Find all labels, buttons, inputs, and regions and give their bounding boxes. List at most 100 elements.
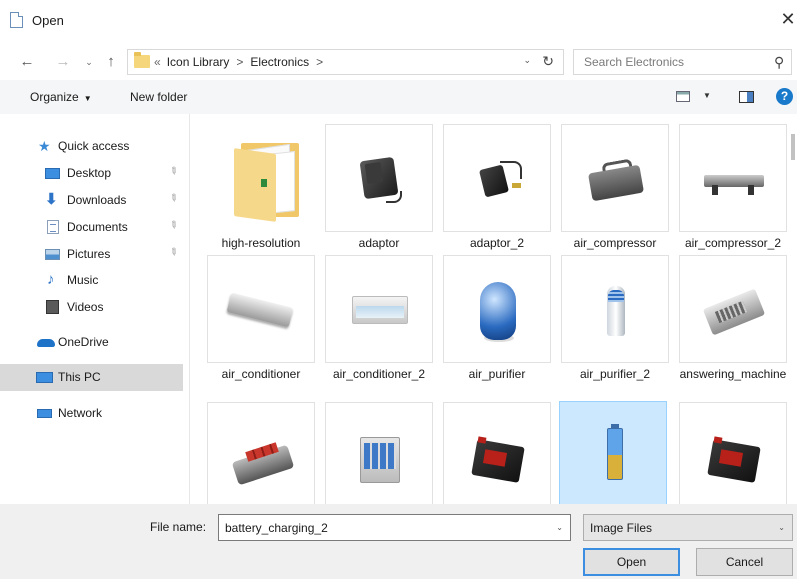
battery-charging-2-thumbnail xyxy=(559,401,667,504)
search-placeholder: Search Electronics xyxy=(584,55,685,69)
sidebar-item-desktop[interactable]: Desktop ✎ xyxy=(0,160,183,187)
forward-button[interactable]: → xyxy=(54,52,72,72)
sidebar-item-music[interactable]: ♪ Music xyxy=(0,267,183,294)
recent-locations-button[interactable]: ⌄ xyxy=(83,52,95,72)
purifier-body xyxy=(480,282,516,340)
up-button[interactable]: ↑ xyxy=(102,52,120,72)
change-view-icon[interactable] xyxy=(676,91,690,102)
file-name: air_conditioner xyxy=(221,367,301,381)
charger-cells xyxy=(364,443,396,469)
organize-button[interactable]: Organize ▼ xyxy=(30,90,92,104)
battery-terminal xyxy=(477,436,487,444)
sidebar-item-pictures[interactable]: Pictures ✎ xyxy=(0,241,183,268)
open-button[interactable]: Open xyxy=(583,548,680,576)
compressor-body xyxy=(587,164,645,202)
sidebar-item-label: Documents xyxy=(67,220,128,234)
address-row: ← → ⌄ ↑ « Icon Library > Electronics > ⌄ ↻ S… xyxy=(0,44,797,80)
back-button[interactable]: ← xyxy=(16,52,38,72)
sidebar-item-this-pc[interactable]: This PC xyxy=(0,364,183,391)
air-conditioner-thumbnail xyxy=(207,255,315,363)
file-name-value: battery_charging_2 xyxy=(225,521,328,535)
sidebar-item-label: Videos xyxy=(67,300,104,314)
file-name: air_purifier_2 xyxy=(579,367,651,381)
file-name-label: File name: xyxy=(150,520,207,534)
sidebar-item-label: Quick access xyxy=(58,139,130,153)
sidebar-item-downloads[interactable]: ⬇ Downloads ✎ xyxy=(0,187,183,214)
car-battery-thumbnail xyxy=(443,402,551,504)
sidebar-item-label: Downloads xyxy=(67,193,127,207)
cloud-icon xyxy=(37,339,55,347)
air-purifier-2-thumbnail xyxy=(561,255,669,363)
file-type-value: Image Files xyxy=(590,521,653,535)
pin-icon: ✎ xyxy=(166,164,180,179)
pin-icon: ✎ xyxy=(166,191,180,206)
file-name: air_compressor_2 xyxy=(684,236,782,250)
sidebar-item-quick-access[interactable]: ★ Quick access xyxy=(0,133,183,160)
file-type-select[interactable]: Image Files ⌄ xyxy=(583,514,793,541)
organize-label: Organize xyxy=(30,90,79,104)
folder-thumbnail xyxy=(207,124,315,232)
breadcrumb-icon-library[interactable]: Icon Library xyxy=(167,55,230,69)
videos-icon xyxy=(46,300,59,314)
breadcrumb-separator[interactable]: > xyxy=(316,55,323,69)
folder-front xyxy=(234,148,276,222)
answering-machine-thumbnail xyxy=(679,255,787,363)
sidebar-item-network[interactable]: Network xyxy=(0,400,183,427)
adaptor-thumbnail xyxy=(325,124,433,232)
adaptor-2-thumbnail xyxy=(443,124,551,232)
pin-icon: ✎ xyxy=(166,245,180,260)
sidebar-item-videos[interactable]: Videos xyxy=(0,294,183,321)
folder-mark xyxy=(261,179,267,187)
file-name: high-resolution xyxy=(221,236,301,250)
file-name-input[interactable]: battery_charging_2 ⌄ xyxy=(218,514,571,541)
file-name: air_conditioner_2 xyxy=(332,367,426,381)
breadcrumb-overflow[interactable]: « xyxy=(154,55,161,69)
navigation-pane: ★ Quick access Desktop ✎ ⬇ Downloads ✎ D… xyxy=(0,114,190,504)
address-dropdown-icon[interactable]: ⌄ xyxy=(523,55,531,66)
sidebar-item-label: Network xyxy=(58,406,103,420)
new-folder-button[interactable]: New folder xyxy=(130,90,187,104)
air-conditioner-vent xyxy=(356,306,404,318)
battery-icon xyxy=(607,428,623,480)
preview-pane-icon[interactable] xyxy=(739,91,754,103)
air-conditioner-unit xyxy=(226,292,294,328)
search-icon[interactable]: ⚲ xyxy=(774,54,784,71)
air-compressor-2-thumbnail xyxy=(679,124,787,232)
pin-icon: ✎ xyxy=(166,218,180,233)
file-name: adaptor xyxy=(358,236,400,250)
file-list: high-resolution adaptor adaptor_2 air_co… xyxy=(190,114,797,504)
window-title: Open xyxy=(32,13,64,28)
command-toolbar: Organize ▼ New folder ▼ ? xyxy=(0,80,797,114)
title-bar: Open ✕ xyxy=(0,0,797,44)
breadcrumb-electronics[interactable]: Electronics xyxy=(250,55,309,69)
network-icon xyxy=(37,409,52,418)
folder-icon xyxy=(134,52,150,68)
close-button[interactable]: ✕ xyxy=(779,6,797,32)
battery-terminal xyxy=(713,436,723,444)
breadcrumb-separator[interactable]: > xyxy=(236,55,243,69)
vertical-scrollbar[interactable] xyxy=(791,134,795,160)
search-input[interactable]: Search Electronics ⚲ xyxy=(573,49,792,75)
air-compressor-thumbnail xyxy=(561,124,669,232)
air-purifier-thumbnail xyxy=(443,255,551,363)
breadcrumb: « Icon Library > Electronics > xyxy=(154,55,330,69)
sidebar-item-label: Music xyxy=(67,273,99,287)
computer-icon xyxy=(36,372,53,383)
cancel-button[interactable]: Cancel xyxy=(696,548,793,576)
sidebar-item-label: Pictures xyxy=(67,247,111,261)
help-icon[interactable]: ? xyxy=(776,88,793,105)
adaptor-cable xyxy=(386,191,402,203)
sidebar-item-documents[interactable]: Documents ✎ xyxy=(0,214,183,241)
adaptor-plug xyxy=(512,183,521,188)
adaptor-face xyxy=(364,161,384,185)
address-bar[interactable]: « Icon Library > Electronics > ⌄ ↻ xyxy=(127,49,564,75)
sidebar-item-label: Desktop xyxy=(67,166,112,180)
desktop-icon xyxy=(45,168,60,179)
view-options-dropdown-icon[interactable]: ▼ xyxy=(703,91,711,100)
refresh-icon[interactable]: ↻ xyxy=(542,53,554,70)
file-name: air_compressor xyxy=(573,236,657,250)
sidebar-item-onedrive[interactable]: OneDrive xyxy=(0,329,183,356)
sidebar-item-label: This PC xyxy=(58,370,101,384)
battery-charger-2-thumbnail xyxy=(325,402,433,504)
chevron-down-icon[interactable]: ⌄ xyxy=(556,523,563,532)
